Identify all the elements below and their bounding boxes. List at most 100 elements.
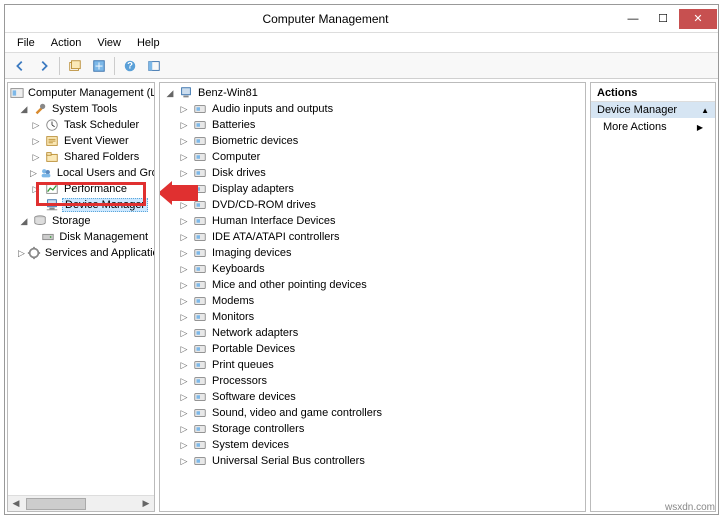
expander-icon[interactable]: ▷ [178, 343, 190, 355]
tree-root[interactable]: Computer Management (Local [26, 87, 154, 99]
device-category[interactable]: Universal Serial Bus controllers [210, 455, 367, 467]
expander-icon[interactable]: ▷ [18, 247, 25, 259]
collapse-icon: ▲ [701, 106, 709, 115]
expander-icon[interactable]: ▷ [178, 375, 190, 387]
expander-icon[interactable]: ▷ [178, 103, 190, 115]
device-category[interactable]: Network adapters [210, 327, 300, 339]
device-category-icon [192, 229, 208, 245]
expander-icon[interactable]: ▷ [178, 119, 190, 131]
expander-icon[interactable]: ▷ [178, 359, 190, 371]
expander-icon[interactable]: ▷ [30, 135, 42, 147]
device-manager-icon [44, 197, 60, 213]
expander-icon[interactable]: ▷ [30, 151, 42, 163]
close-button[interactable]: ✕ [679, 9, 717, 29]
expander-icon[interactable]: ▷ [178, 231, 190, 243]
device-category[interactable]: Mice and other pointing devices [210, 279, 369, 291]
mmc-icon [10, 85, 24, 101]
window-frame: Computer Management — ☐ ✕ File Action Vi… [4, 4, 719, 515]
actions-context[interactable]: Device Manager ▲ [591, 102, 715, 118]
device-category[interactable]: Computer [210, 151, 262, 163]
expander-icon[interactable]: ▷ [178, 455, 190, 467]
expander-icon[interactable]: ▷ [178, 407, 190, 419]
expander-icon[interactable]: ◢ [164, 87, 176, 99]
watermark: wsxdn.com [665, 502, 715, 513]
actions-more[interactable]: More Actions ▶ [591, 118, 715, 136]
device-category[interactable]: Software devices [210, 391, 298, 403]
expander-icon[interactable]: ▷ [30, 119, 42, 131]
actions-header: Actions [591, 83, 715, 102]
device-root[interactable]: Benz-Win81 [196, 87, 260, 99]
tree-disk-management[interactable]: Disk Management [57, 231, 150, 243]
device-category[interactable]: Audio inputs and outputs [210, 103, 335, 115]
computer-icon [178, 85, 194, 101]
expander-icon[interactable]: ▷ [178, 391, 190, 403]
expander-icon[interactable]: ◢ [18, 103, 30, 115]
maximize-button[interactable]: ☐ [649, 9, 677, 29]
device-category[interactable]: Processors [210, 375, 269, 387]
horizontal-scrollbar[interactable]: ◀▶ [8, 495, 154, 511]
expander-icon[interactable]: ▷ [178, 135, 190, 147]
expander-icon[interactable]: ▷ [178, 423, 190, 435]
device-category[interactable]: Print queues [210, 359, 276, 371]
expander-icon[interactable]: ▷ [178, 215, 190, 227]
expander-icon[interactable]: ▷ [178, 247, 190, 259]
device-category-icon [192, 181, 208, 197]
expander-icon[interactable]: ▷ [178, 199, 190, 211]
device-category-icon [192, 261, 208, 277]
device-tree[interactable]: ◢ Benz-Win81 ▷ Audio inputs and outputs ▷ Ba… [160, 83, 585, 511]
device-category-icon [192, 325, 208, 341]
device-category[interactable]: Sound, video and game controllers [210, 407, 384, 419]
device-category-icon [192, 453, 208, 469]
device-category[interactable]: Human Interface Devices [210, 215, 338, 227]
refresh-button[interactable] [88, 55, 110, 77]
expander-icon[interactable]: ▷ [178, 167, 190, 179]
expander-icon[interactable]: ▷ [178, 327, 190, 339]
device-category[interactable]: Disk drives [210, 167, 268, 179]
device-category[interactable]: IDE ATA/ATAPI controllers [210, 231, 342, 243]
tree-services-apps[interactable]: Services and Applications [43, 247, 154, 259]
device-category[interactable]: Modems [210, 295, 256, 307]
device-category[interactable]: System devices [210, 439, 291, 451]
device-category[interactable]: Storage controllers [210, 423, 306, 435]
device-category[interactable]: Display adapters [210, 183, 296, 195]
device-category[interactable]: Monitors [210, 311, 256, 323]
tree-performance[interactable]: Performance [62, 183, 129, 195]
tree-device-manager[interactable]: Device Manager [62, 198, 148, 212]
menu-help[interactable]: Help [129, 35, 168, 51]
tree-system-tools[interactable]: System Tools [50, 103, 119, 115]
expander-icon[interactable]: ◢ [18, 215, 30, 227]
device-category[interactable]: Keyboards [210, 263, 267, 275]
device-category[interactable]: Batteries [210, 119, 257, 131]
menu-action[interactable]: Action [43, 35, 90, 51]
expander-icon[interactable]: ▷ [178, 279, 190, 291]
expander-icon[interactable]: ▷ [178, 151, 190, 163]
tree-task-scheduler[interactable]: Task Scheduler [62, 119, 141, 131]
device-category[interactable]: Imaging devices [210, 247, 294, 259]
device-category[interactable]: DVD/CD-ROM drives [210, 199, 318, 211]
expander-icon[interactable]: ▷ [178, 295, 190, 307]
expander-icon[interactable]: ▷ [30, 167, 37, 179]
expander-icon[interactable]: ▷ [30, 183, 42, 195]
tree-storage[interactable]: Storage [50, 215, 93, 227]
tree-local-users[interactable]: Local Users and Groups [55, 167, 154, 179]
show-hide-button[interactable] [143, 55, 165, 77]
expander-icon[interactable]: ▷ [178, 311, 190, 323]
device-tree-pane: ◢ Benz-Win81 ▷ Audio inputs and outputs ▷ Ba… [159, 82, 586, 512]
tree-shared-folders[interactable]: Shared Folders [62, 151, 141, 163]
minimize-button[interactable]: — [619, 9, 647, 29]
expander-icon[interactable]: ▷ [178, 183, 190, 195]
tree-event-viewer[interactable]: Event Viewer [62, 135, 131, 147]
console-tree[interactable]: Computer Management (Local ◢ System Tools… [8, 83, 154, 495]
expander-icon[interactable]: ▷ [178, 263, 190, 275]
help-button[interactable]: ? [119, 55, 141, 77]
device-category[interactable]: Portable Devices [210, 343, 297, 355]
device-category-icon [192, 165, 208, 181]
back-button[interactable] [9, 55, 31, 77]
properties-button[interactable] [64, 55, 86, 77]
scrollbar-thumb[interactable] [26, 498, 86, 510]
menu-file[interactable]: File [9, 35, 43, 51]
expander-icon[interactable]: ▷ [178, 439, 190, 451]
device-category[interactable]: Biometric devices [210, 135, 300, 147]
menu-view[interactable]: View [89, 35, 129, 51]
forward-button[interactable] [33, 55, 55, 77]
